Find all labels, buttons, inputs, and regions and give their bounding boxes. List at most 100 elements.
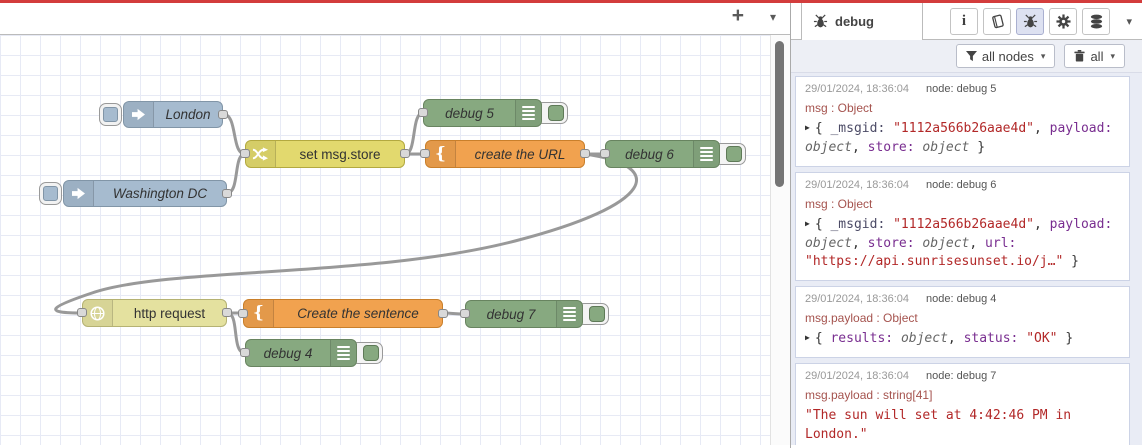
inject-button-washington[interactable] [39, 182, 62, 205]
debug-sidebar: debug i ▾ all nodes ▾ all ▾ 29/01/2024, … [790, 3, 1142, 448]
curly-brace-icon: { [426, 141, 456, 167]
clear-messages-label: all [1090, 48, 1104, 64]
inject-arrow-icon [124, 102, 154, 127]
message-timestamp: 29/01/2024, 18:36:04 [805, 370, 909, 383]
json-text: , [969, 235, 986, 251]
json-text: , [1034, 216, 1050, 232]
node-washington-dc[interactable]: Washington DC [63, 180, 232, 207]
inject-arrow-icon [64, 181, 94, 206]
json-type: object [922, 139, 970, 155]
flow-list-caret[interactable]: ▾ [770, 10, 776, 24]
debug-list-icon [556, 301, 582, 327]
output-port[interactable] [218, 109, 228, 119]
node-create-the-url[interactable]: { create the URL [420, 140, 590, 168]
node-create-the-sentence[interactable]: { Create the sentence [238, 299, 448, 328]
message-path: msg : Object [805, 196, 873, 211]
expand-caret[interactable]: ▶ [805, 123, 810, 132]
json-key: url: [985, 235, 1017, 251]
node-set-msg-store[interactable]: set msg.store [240, 140, 410, 168]
sidebar-menu-caret[interactable]: ▾ [1126, 15, 1132, 28]
message-meta: 29/01/2024, 18:36:04 node: debug 5 [805, 83, 1120, 95]
node-debug7[interactable]: debug 7 [460, 300, 583, 328]
flow-canvas[interactable]: London Washington DC set msg.store debug… [0, 35, 770, 445]
input-port[interactable] [77, 308, 87, 317]
workspace-tabbar: + ▾ [0, 0, 790, 35]
input-port[interactable] [460, 309, 470, 318]
message-timestamp: 29/01/2024, 18:36:04 [805, 178, 909, 191]
config-tab-button[interactable] [1049, 8, 1077, 35]
json-text: , [851, 235, 868, 251]
json-type: object [922, 235, 970, 251]
debug-message: 29/01/2024, 18:36:04 node: debug 5 msg :… [795, 76, 1130, 167]
flow-editor-pane: + ▾ London Washington DC set msg.store d… [0, 0, 790, 445]
tab-debug[interactable]: debug [801, 3, 923, 40]
debug-message: 29/01/2024, 18:36:04 node: debug 6 msg :… [795, 171, 1130, 282]
filter-nodes-button[interactable]: all nodes ▾ [955, 44, 1056, 68]
node-debug4[interactable]: debug 4 [240, 339, 357, 367]
input-port[interactable] [238, 308, 248, 318]
debug-toggle-square [363, 345, 379, 361]
output-port[interactable] [438, 308, 448, 318]
canvas-scrollbar-thumb[interactable] [775, 41, 784, 187]
debug-message: 29/01/2024, 18:36:04 node: debug 4 msg.p… [795, 286, 1130, 359]
inject-button-london[interactable] [99, 103, 122, 126]
json-text: , [947, 331, 964, 347]
json-key: status: [963, 331, 1027, 347]
bug-icon [813, 14, 828, 28]
node-label: Create the sentence [297, 306, 419, 321]
message-body: "The sun will set at 4:42:46 PM in Londo… [805, 407, 1120, 445]
input-port[interactable] [600, 149, 610, 158]
json-text: } [1063, 254, 1079, 270]
json-text: , [1034, 121, 1050, 136]
wire[interactable] [225, 152, 247, 195]
json-key: payload: [1049, 216, 1113, 232]
clear-messages-button[interactable]: all ▾ [1064, 44, 1125, 68]
input-port[interactable] [240, 348, 250, 357]
message-node: node: debug 7 [926, 370, 997, 383]
canvas-scrollbar-track[interactable] [770, 35, 790, 445]
node-debug6[interactable]: debug 6 [600, 140, 720, 168]
json-key: results: [830, 331, 901, 347]
filter-caret: ▾ [1040, 50, 1046, 61]
node-london[interactable]: London [123, 101, 228, 128]
node-label: debug 7 [486, 306, 536, 322]
wire[interactable] [221, 112, 247, 156]
help-tab-button[interactable] [983, 8, 1011, 35]
wire[interactable] [403, 111, 425, 156]
node-label: http request [133, 305, 206, 321]
output-port[interactable] [400, 149, 410, 158]
debug-list-icon [515, 100, 541, 126]
trash-icon [1074, 50, 1086, 62]
output-port[interactable] [222, 188, 232, 198]
output-port[interactable] [222, 308, 232, 317]
tab-debug-label: debug [835, 14, 874, 29]
info-tab-button[interactable]: i [950, 8, 978, 35]
input-port[interactable] [420, 149, 430, 158]
expand-caret[interactable]: ▶ [805, 219, 810, 228]
json-text: { [814, 331, 831, 347]
inject-button-square [103, 107, 118, 122]
node-label: set msg.store [299, 146, 381, 162]
add-flow-button[interactable]: + [732, 4, 744, 28]
context-tab-button[interactable] [1082, 8, 1110, 35]
message-meta: 29/01/2024, 18:36:04 node: debug 6 [805, 179, 1120, 191]
json-key: store: [867, 139, 923, 155]
wire[interactable] [54, 152, 639, 315]
debug-list-icon [330, 340, 356, 366]
book-icon [991, 14, 1004, 29]
expand-caret[interactable]: ▶ [805, 333, 810, 342]
input-port[interactable] [240, 149, 250, 158]
node-debug5[interactable]: debug 5 [418, 99, 542, 127]
json-key: _msgid: [830, 121, 894, 136]
output-port[interactable] [580, 149, 590, 158]
node-label: debug 4 [263, 345, 313, 361]
json-text: } [1057, 331, 1074, 347]
node-label: debug 5 [445, 105, 494, 121]
json-type: object [805, 139, 852, 155]
debug-tab-button[interactable] [1016, 8, 1044, 35]
message-timestamp: 29/01/2024, 18:36:04 [805, 83, 909, 95]
json-text: { [814, 216, 831, 232]
input-port[interactable] [418, 108, 428, 117]
node-http-request[interactable]: http request [77, 299, 232, 327]
debug-toggle-square [726, 146, 742, 162]
